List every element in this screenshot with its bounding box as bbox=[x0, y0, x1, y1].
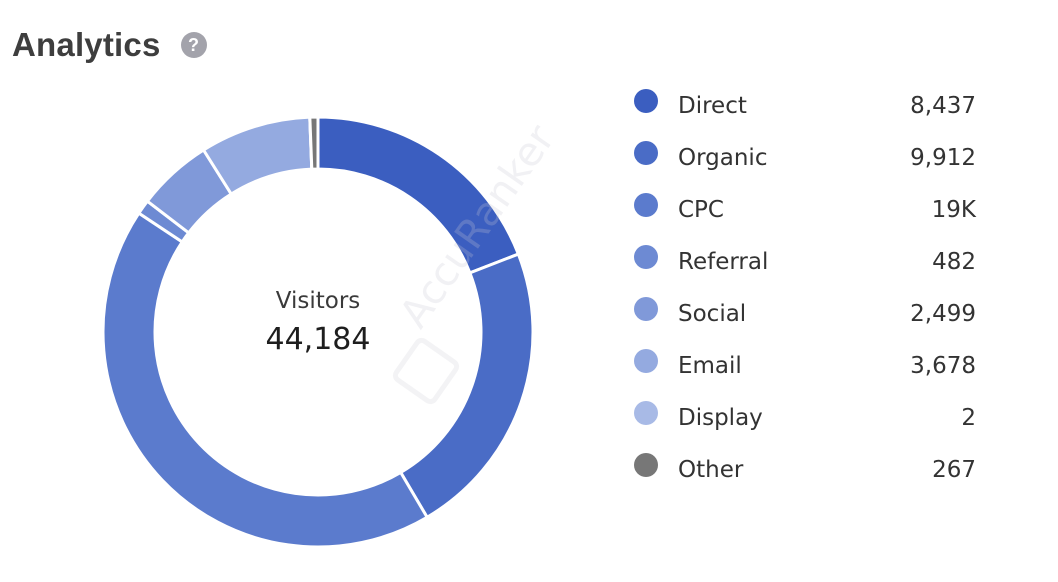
legend-item-organic[interactable]: Organic 9,912 bbox=[634, 132, 976, 184]
legend-value: 3,678 bbox=[910, 353, 976, 379]
legend-dot-icon bbox=[634, 453, 658, 477]
legend-dot-icon bbox=[634, 141, 658, 165]
chart-legend: Direct 8,437 Organic 9,912 CPC 19K Referral 482… bbox=[634, 80, 976, 496]
legend-dot-icon bbox=[634, 89, 658, 113]
legend-label: Direct bbox=[678, 93, 747, 119]
legend-item-email[interactable]: Email 3,678 bbox=[634, 340, 976, 392]
legend-label: Email bbox=[678, 353, 742, 379]
legend-label: CPC bbox=[678, 197, 724, 223]
donut-center-value: 44,184 bbox=[265, 322, 371, 357]
legend-item-other[interactable]: Other 267 bbox=[634, 444, 976, 496]
legend-label: Social bbox=[678, 301, 747, 327]
legend-value: 2 bbox=[961, 405, 976, 431]
legend-value: 19K bbox=[931, 197, 976, 223]
legend-dot-icon bbox=[634, 297, 658, 321]
donut-center-label: Visitors bbox=[275, 288, 361, 314]
legend-item-referral[interactable]: Referral 482 bbox=[634, 236, 976, 288]
donut-slice-direct[interactable] bbox=[316, 115, 521, 275]
legend-dot-icon bbox=[634, 401, 658, 425]
legend-item-cpc[interactable]: CPC 19K bbox=[634, 184, 976, 236]
legend-value: 482 bbox=[932, 249, 976, 275]
legend-item-direct[interactable]: Direct 8,437 bbox=[634, 80, 976, 132]
legend-value: 2,499 bbox=[910, 301, 976, 327]
donut-slice-cpc[interactable] bbox=[101, 211, 430, 549]
legend-item-social[interactable]: Social 2,499 bbox=[634, 288, 976, 340]
legend-item-display[interactable]: Display 2 bbox=[634, 392, 976, 444]
legend-value: 8,437 bbox=[910, 93, 976, 119]
legend-label: Display bbox=[678, 405, 763, 431]
legend-value: 9,912 bbox=[910, 145, 976, 171]
legend-dot-icon bbox=[634, 245, 658, 269]
donut-slice-other[interactable] bbox=[308, 115, 320, 171]
legend-dot-icon bbox=[634, 349, 658, 373]
legend-label: Organic bbox=[678, 145, 768, 171]
legend-label: Referral bbox=[678, 249, 769, 275]
legend-value: 267 bbox=[932, 457, 976, 483]
legend-dot-icon bbox=[634, 193, 658, 217]
legend-label: Other bbox=[678, 457, 744, 483]
